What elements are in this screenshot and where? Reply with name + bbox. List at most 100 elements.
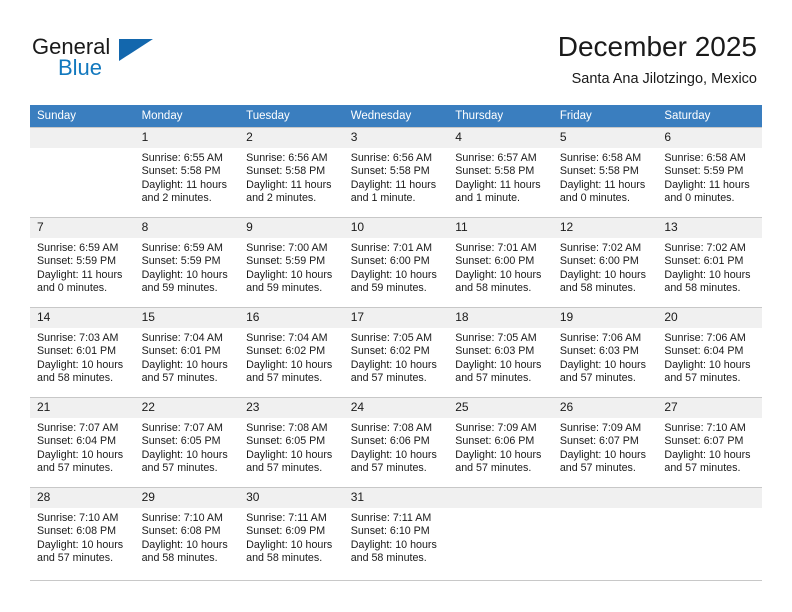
sunrise-text: Sunrise: 7:08 AM bbox=[246, 422, 328, 434]
calendar-day-cell[interactable]: 13 Sunrise: 7:02 AM Sunset: 6:01 PM Dayligh… bbox=[657, 217, 762, 308]
calendar-day-cell[interactable]: 6 Sunrise: 6:58 AM Sunset: 5:59 PM Daylight… bbox=[657, 127, 762, 218]
day-sun-info: Sunrise: 7:01 AM Sunset: 6:00 PM Daylight:… bbox=[344, 238, 449, 296]
daylight-text: Daylight: 10 hours and 57 minutes. bbox=[37, 538, 124, 565]
calendar-day-cell[interactable]: 29 Sunrise: 7:10 AM Sunset: 6:08 PM Dayligh… bbox=[134, 487, 240, 581]
sunset-text: Sunset: 6:09 PM bbox=[246, 525, 326, 538]
calendar-day-cell[interactable]: 26 Sunrise: 7:09 AM Sunset: 6:07 PM Dayligh… bbox=[552, 397, 658, 488]
sunset-text: Sunset: 6:00 PM bbox=[559, 255, 639, 268]
day-number: 26 bbox=[552, 398, 658, 418]
calendar-day-cell[interactable]: 19 Sunrise: 7:06 AM Sunset: 6:03 PM Dayligh… bbox=[552, 307, 658, 398]
calendar-day-cell[interactable]: 7 Sunrise: 6:59 AM Sunset: 5:59 PM Daylight… bbox=[30, 217, 135, 308]
sunrise-text: Sunrise: 6:58 AM bbox=[559, 152, 642, 164]
sunrise-text: Sunrise: 6:59 AM bbox=[37, 242, 119, 254]
daylight-text: Daylight: 10 hours and 58 minutes. bbox=[246, 538, 333, 565]
sunrise-text: Sunrise: 6:56 AM bbox=[350, 152, 433, 164]
day-cell-content: 5 Sunrise: 6:58 AM Sunset: 5:58 PM Daylight… bbox=[552, 128, 658, 217]
calendar-week-row: 1 Sunrise: 6:55 AM Sunset: 5:58 PM Daylight… bbox=[30, 127, 762, 218]
calendar-day-cell[interactable]: 17 Sunrise: 7:05 AM Sunset: 6:02 PM Dayligh… bbox=[343, 307, 449, 398]
day-sun-info: Sunrise: 7:09 AM Sunset: 6:07 PM Daylight:… bbox=[553, 418, 658, 476]
day-cell-content: 27 Sunrise: 7:10 AM Sunset: 6:07 PM Dayligh… bbox=[657, 398, 762, 487]
calendar-day-cell[interactable]: 20 Sunrise: 7:06 AM Sunset: 6:04 PM Dayligh… bbox=[657, 307, 762, 398]
day-number: 25 bbox=[448, 398, 553, 418]
calendar-day-cell[interactable]: 1 Sunrise: 6:55 AM Sunset: 5:58 PM Daylight… bbox=[134, 127, 240, 218]
calendar-day-cell[interactable]: 4 Sunrise: 6:57 AM Sunset: 5:58 PM Daylight… bbox=[448, 127, 553, 218]
day-sun-info: Sunrise: 7:08 AM Sunset: 6:06 PM Daylight:… bbox=[344, 418, 449, 476]
calendar-day-cell[interactable]: 25 Sunrise: 7:09 AM Sunset: 6:06 PM Dayligh… bbox=[448, 397, 553, 488]
page-subtitle: Santa Ana Jilotzingo, Mexico bbox=[571, 71, 757, 87]
day-number: 17 bbox=[343, 308, 449, 328]
daylight-text: Daylight: 10 hours and 59 minutes. bbox=[141, 268, 228, 295]
calendar-day-cell[interactable]: 30 Sunrise: 7:11 AM Sunset: 6:09 PM Dayligh… bbox=[239, 487, 344, 581]
sunrise-text: Sunrise: 7:11 AM bbox=[350, 512, 432, 524]
calendar-day-cell[interactable]: 12 Sunrise: 7:02 AM Sunset: 6:00 PM Dayligh… bbox=[552, 217, 658, 308]
day-number: 24 bbox=[343, 398, 449, 418]
day-cell-content: 6 Sunrise: 6:58 AM Sunset: 5:59 PM Daylight… bbox=[657, 128, 762, 217]
daylight-text: Daylight: 10 hours and 57 minutes. bbox=[37, 448, 124, 475]
general-blue-logo[interactable]: General Blue bbox=[32, 34, 232, 86]
sunset-text: Sunset: 6:02 PM bbox=[246, 345, 326, 358]
calendar-day-cell[interactable]: 22 Sunrise: 7:07 AM Sunset: 6:05 PM Dayligh… bbox=[134, 397, 240, 488]
day-cell-content bbox=[657, 488, 762, 580]
day-cell-content: 28 Sunrise: 7:10 AM Sunset: 6:08 PM Dayligh… bbox=[30, 488, 135, 580]
day-number: 16 bbox=[239, 308, 344, 328]
day-number: 28 bbox=[30, 488, 135, 508]
sunset-text: Sunset: 5:58 PM bbox=[559, 165, 639, 178]
day-cell-content: 25 Sunrise: 7:09 AM Sunset: 6:06 PM Dayligh… bbox=[448, 398, 553, 487]
day-number: 21 bbox=[30, 398, 135, 418]
day-sun-info: Sunrise: 6:55 AM Sunset: 5:58 PM Daylight:… bbox=[135, 148, 240, 206]
weekday-header-row: Sunday Monday Tuesday Wednesday Thursday… bbox=[30, 105, 762, 128]
daylight-text: Daylight: 10 hours and 58 minutes. bbox=[141, 538, 228, 565]
sunrise-text: Sunrise: 7:10 AM bbox=[37, 512, 119, 524]
day-cell-content: 26 Sunrise: 7:09 AM Sunset: 6:07 PM Dayligh… bbox=[552, 398, 658, 487]
daylight-text: Daylight: 10 hours and 58 minutes. bbox=[455, 268, 542, 295]
calendar-week-row: 7 Sunrise: 6:59 AM Sunset: 5:59 PM Daylight… bbox=[30, 217, 762, 308]
day-cell-content bbox=[30, 128, 135, 217]
day-number: 31 bbox=[343, 488, 449, 508]
calendar-day-cell[interactable]: 27 Sunrise: 7:10 AM Sunset: 6:07 PM Dayligh… bbox=[657, 397, 762, 488]
day-cell-content bbox=[448, 488, 553, 580]
daylight-text: Daylight: 11 hours and 0 minutes. bbox=[559, 178, 646, 205]
sunrise-text: Sunrise: 6:58 AM bbox=[664, 152, 746, 164]
day-number: 30 bbox=[239, 488, 344, 508]
brand-word-blue: Blue bbox=[58, 55, 103, 80]
day-cell-content: 20 Sunrise: 7:06 AM Sunset: 6:04 PM Dayligh… bbox=[657, 308, 762, 397]
calendar-day-cell[interactable]: 14 Sunrise: 7:03 AM Sunset: 6:01 PM Dayligh… bbox=[30, 307, 135, 398]
calendar-day-cell[interactable]: 31 Sunrise: 7:11 AM Sunset: 6:10 PM Dayligh… bbox=[343, 487, 449, 581]
day-number: 13 bbox=[657, 218, 762, 238]
calendar-day-cell[interactable]: 5 Sunrise: 6:58 AM Sunset: 5:58 PM Daylight… bbox=[552, 127, 658, 218]
calendar-day-cell[interactable]: 2 Sunrise: 6:56 AM Sunset: 5:58 PM Daylight… bbox=[239, 127, 344, 218]
weekday-header-wednesday: Wednesday bbox=[343, 105, 449, 128]
calendar-day-cell[interactable]: 10 Sunrise: 7:01 AM Sunset: 6:00 PM Dayligh… bbox=[343, 217, 449, 308]
calendar-day-cell[interactable]: 8 Sunrise: 6:59 AM Sunset: 5:59 PM Daylight… bbox=[134, 217, 240, 308]
sunset-text: Sunset: 6:00 PM bbox=[350, 255, 430, 268]
day-number bbox=[448, 488, 553, 508]
calendar-day-cell[interactable]: 18 Sunrise: 7:05 AM Sunset: 6:03 PM Dayligh… bbox=[448, 307, 553, 398]
calendar-day-cell bbox=[448, 487, 553, 581]
day-cell-content: 17 Sunrise: 7:05 AM Sunset: 6:02 PM Dayligh… bbox=[343, 308, 449, 397]
calendar-day-cell[interactable]: 28 Sunrise: 7:10 AM Sunset: 6:08 PM Dayligh… bbox=[30, 487, 135, 581]
day-cell-content: 18 Sunrise: 7:05 AM Sunset: 6:03 PM Dayligh… bbox=[448, 308, 553, 397]
sunset-text: Sunset: 6:03 PM bbox=[559, 345, 639, 358]
day-cell-content: 4 Sunrise: 6:57 AM Sunset: 5:58 PM Daylight… bbox=[448, 128, 553, 217]
calendar-day-cell[interactable]: 15 Sunrise: 7:04 AM Sunset: 6:01 PM Dayligh… bbox=[134, 307, 240, 398]
daylight-text: Daylight: 10 hours and 57 minutes. bbox=[350, 358, 437, 385]
sunrise-text: Sunrise: 7:02 AM bbox=[664, 242, 746, 254]
sunset-text: Sunset: 5:58 PM bbox=[350, 165, 430, 178]
day-sun-info: Sunrise: 6:56 AM Sunset: 5:58 PM Daylight:… bbox=[239, 148, 344, 206]
sunset-text: Sunset: 5:58 PM bbox=[246, 165, 326, 178]
weekday-header-monday: Monday bbox=[134, 105, 240, 128]
sunrise-text: Sunrise: 7:05 AM bbox=[350, 332, 433, 344]
calendar-day-cell[interactable]: 3 Sunrise: 6:56 AM Sunset: 5:58 PM Daylight… bbox=[343, 127, 449, 218]
calendar-day-cell[interactable]: 16 Sunrise: 7:04 AM Sunset: 6:02 PM Dayligh… bbox=[239, 307, 344, 398]
day-cell-content: 9 Sunrise: 7:00 AM Sunset: 5:59 PM Daylight… bbox=[239, 218, 344, 307]
sunset-text: Sunset: 6:08 PM bbox=[37, 525, 117, 538]
calendar-day-cell[interactable]: 24 Sunrise: 7:08 AM Sunset: 6:06 PM Dayligh… bbox=[343, 397, 449, 488]
day-sun-info: Sunrise: 7:05 AM Sunset: 6:02 PM Daylight:… bbox=[344, 328, 449, 386]
calendar-day-cell[interactable]: 21 Sunrise: 7:07 AM Sunset: 6:04 PM Dayligh… bbox=[30, 397, 135, 488]
daylight-text: Daylight: 11 hours and 2 minutes. bbox=[246, 178, 332, 205]
calendar-day-cell[interactable]: 9 Sunrise: 7:00 AM Sunset: 5:59 PM Daylight… bbox=[239, 217, 344, 308]
calendar-day-cell[interactable]: 23 Sunrise: 7:08 AM Sunset: 6:05 PM Dayligh… bbox=[239, 397, 344, 488]
daylight-text: Daylight: 10 hours and 58 minutes. bbox=[37, 358, 124, 385]
daylight-text: Daylight: 10 hours and 57 minutes. bbox=[141, 358, 228, 385]
calendar-day-cell[interactable]: 11 Sunrise: 7:01 AM Sunset: 6:00 PM Dayligh… bbox=[448, 217, 553, 308]
